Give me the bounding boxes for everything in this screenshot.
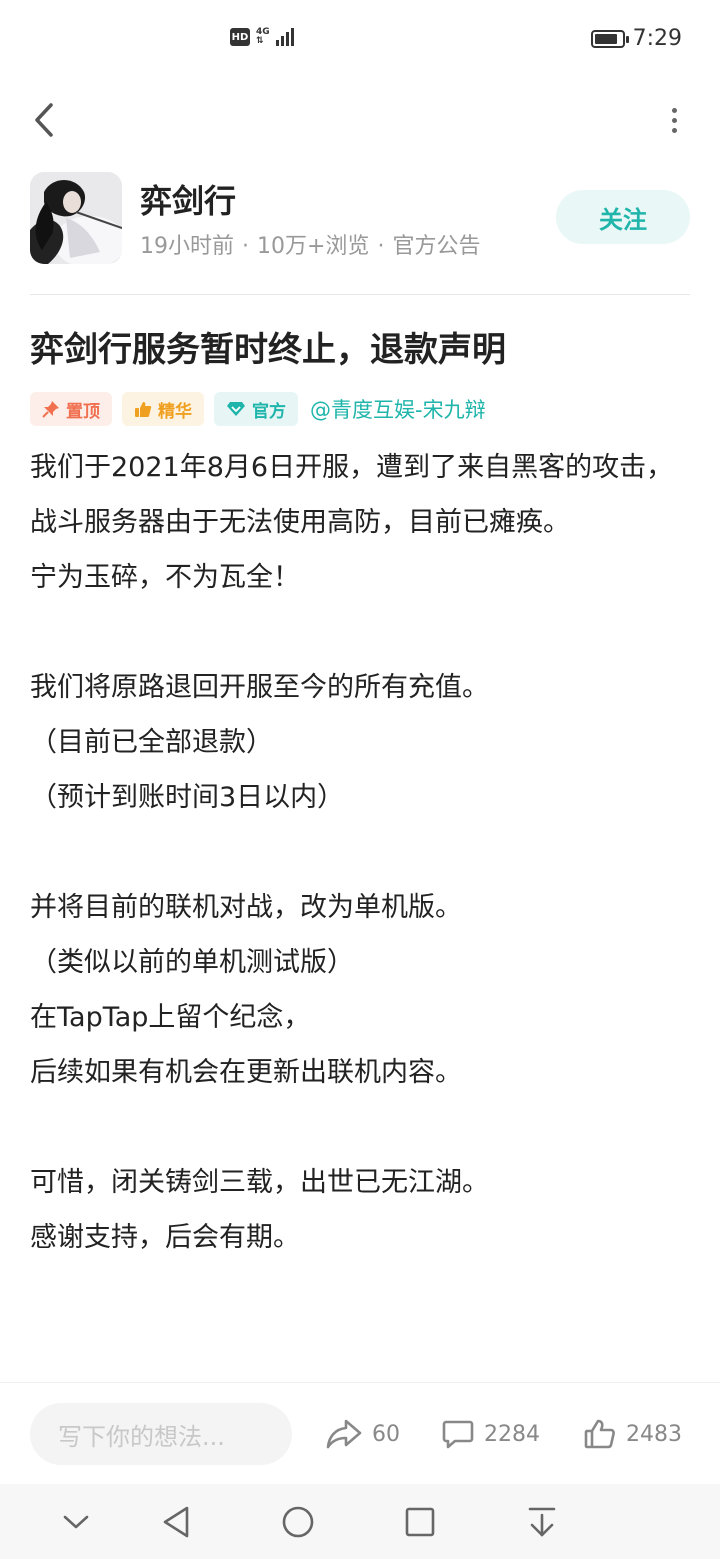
body-paragraph: （预计到账时间3日以内） <box>30 782 345 813</box>
clock: 7:29 <box>632 26 682 51</box>
network-type-icon: 4G ⇅ <box>256 28 270 46</box>
comment-button[interactable]: 2284 <box>442 1413 540 1455</box>
share-icon <box>326 1419 362 1449</box>
tag-pinned: 置顶 <box>30 392 112 426</box>
body-paragraph: 宁为玉碎，不为瓦全！ <box>30 562 300 593</box>
hide-nav-button[interactable] <box>54 1500 98 1544</box>
chevron-down-icon <box>63 1515 89 1529</box>
author-name[interactable]: 弈剑行 <box>140 176 236 222</box>
post-tags: 置顶 精华 官方 @青度互娱-宋九辩 <box>30 392 486 426</box>
avatar-image <box>30 172 122 264</box>
back-button[interactable] <box>26 100 62 140</box>
post-time: 19小时前 <box>140 234 234 259</box>
body-paragraph: 可惜，闭关铸剑三载，出世已无江湖。 <box>30 1167 489 1198</box>
share-button[interactable]: 60 <box>326 1413 400 1455</box>
share-count: 60 <box>372 1421 400 1447</box>
like-count: 2483 <box>626 1421 682 1447</box>
body-blank-line <box>30 825 690 880</box>
body-blank-line <box>30 605 690 660</box>
bottom-action-bar: 写下你的想法... 60 2284 2483 <box>0 1382 720 1484</box>
square-recents-icon <box>405 1507 435 1537</box>
like-button[interactable]: 2483 <box>584 1413 682 1455</box>
tag-official: 官方 <box>214 392 298 426</box>
pull-down-icon <box>528 1507 556 1537</box>
tag-official-label: 官方 <box>252 401 286 422</box>
nav-home-button[interactable] <box>276 1500 320 1544</box>
tag-pinned-label: 置顶 <box>66 401 100 422</box>
follow-button[interactable]: 关注 <box>556 190 690 244</box>
hd-icon: HD <box>230 28 250 46</box>
diamond-icon <box>227 402 245 416</box>
post-title: 弈剑行服务暂时终止，退款声明 <box>30 330 506 370</box>
body-blank-line <box>30 1100 690 1155</box>
view-count: 10万+浏览 <box>257 234 370 259</box>
author-mention-link[interactable]: @青度互娱-宋九辩 <box>310 394 486 424</box>
thumbs-up-icon <box>135 402 152 417</box>
more-dots-icon <box>671 107 677 113</box>
body-paragraph: （类似以前的单机测试版） <box>30 947 354 978</box>
author-header: 弈剑行 19小时前 · 10万+浏览 · 官方公告 关注 <box>30 172 690 264</box>
post-category: 官方公告 <box>392 234 481 259</box>
body-paragraph: 在TapTap上留个纪念， <box>30 1002 311 1033</box>
thumbs-up-outline-icon <box>584 1419 615 1449</box>
nav-recents-button[interactable] <box>398 1500 442 1544</box>
body-paragraph: 我们于2021年8月6日开服，遭到了来自黑客的攻击，战斗服务器由于无法使用高防，… <box>30 452 674 538</box>
tag-featured: 精华 <box>122 392 204 426</box>
nav-back-button[interactable] <box>154 1500 198 1544</box>
signal-icon <box>275 28 294 46</box>
more-options-button[interactable] <box>662 104 686 136</box>
comment-input[interactable]: 写下你的想法... <box>30 1403 292 1465</box>
chevron-left-icon <box>35 103 53 137</box>
comment-icon <box>442 1420 474 1449</box>
divider <box>30 294 690 295</box>
body-paragraph: 后续如果有机会在更新出联机内容。 <box>30 1057 462 1088</box>
body-paragraph: 我们将原路退回开服至今的所有充值。 <box>30 672 489 703</box>
status-bar: HD 4G ⇅ 7:29 <box>0 0 720 80</box>
system-nav-bar <box>0 1484 720 1559</box>
post-body: 我们于2021年8月6日开服，遭到了来自黑客的攻击，战斗服务器由于无法使用高防，… <box>30 440 690 1265</box>
top-nav <box>0 90 720 150</box>
circle-home-icon <box>282 1506 314 1538</box>
network-indicators: HD 4G ⇅ <box>230 28 294 46</box>
nav-notification-button[interactable] <box>520 1500 564 1544</box>
data-arrows-icon: ⇅ <box>256 36 264 46</box>
post-meta: 19小时前 · 10万+浏览 · 官方公告 <box>140 234 481 259</box>
battery-icon <box>590 29 629 48</box>
body-paragraph: （目前已全部退款） <box>30 727 273 758</box>
triangle-back-icon <box>163 1506 189 1538</box>
body-paragraph: 并将目前的联机对战，改为单机版。 <box>30 892 462 923</box>
pin-icon <box>42 401 59 418</box>
tag-featured-label: 精华 <box>158 401 192 422</box>
avatar[interactable] <box>30 172 122 264</box>
comment-count: 2284 <box>484 1421 540 1447</box>
body-paragraph: 感谢支持，后会有期。 <box>30 1222 300 1253</box>
